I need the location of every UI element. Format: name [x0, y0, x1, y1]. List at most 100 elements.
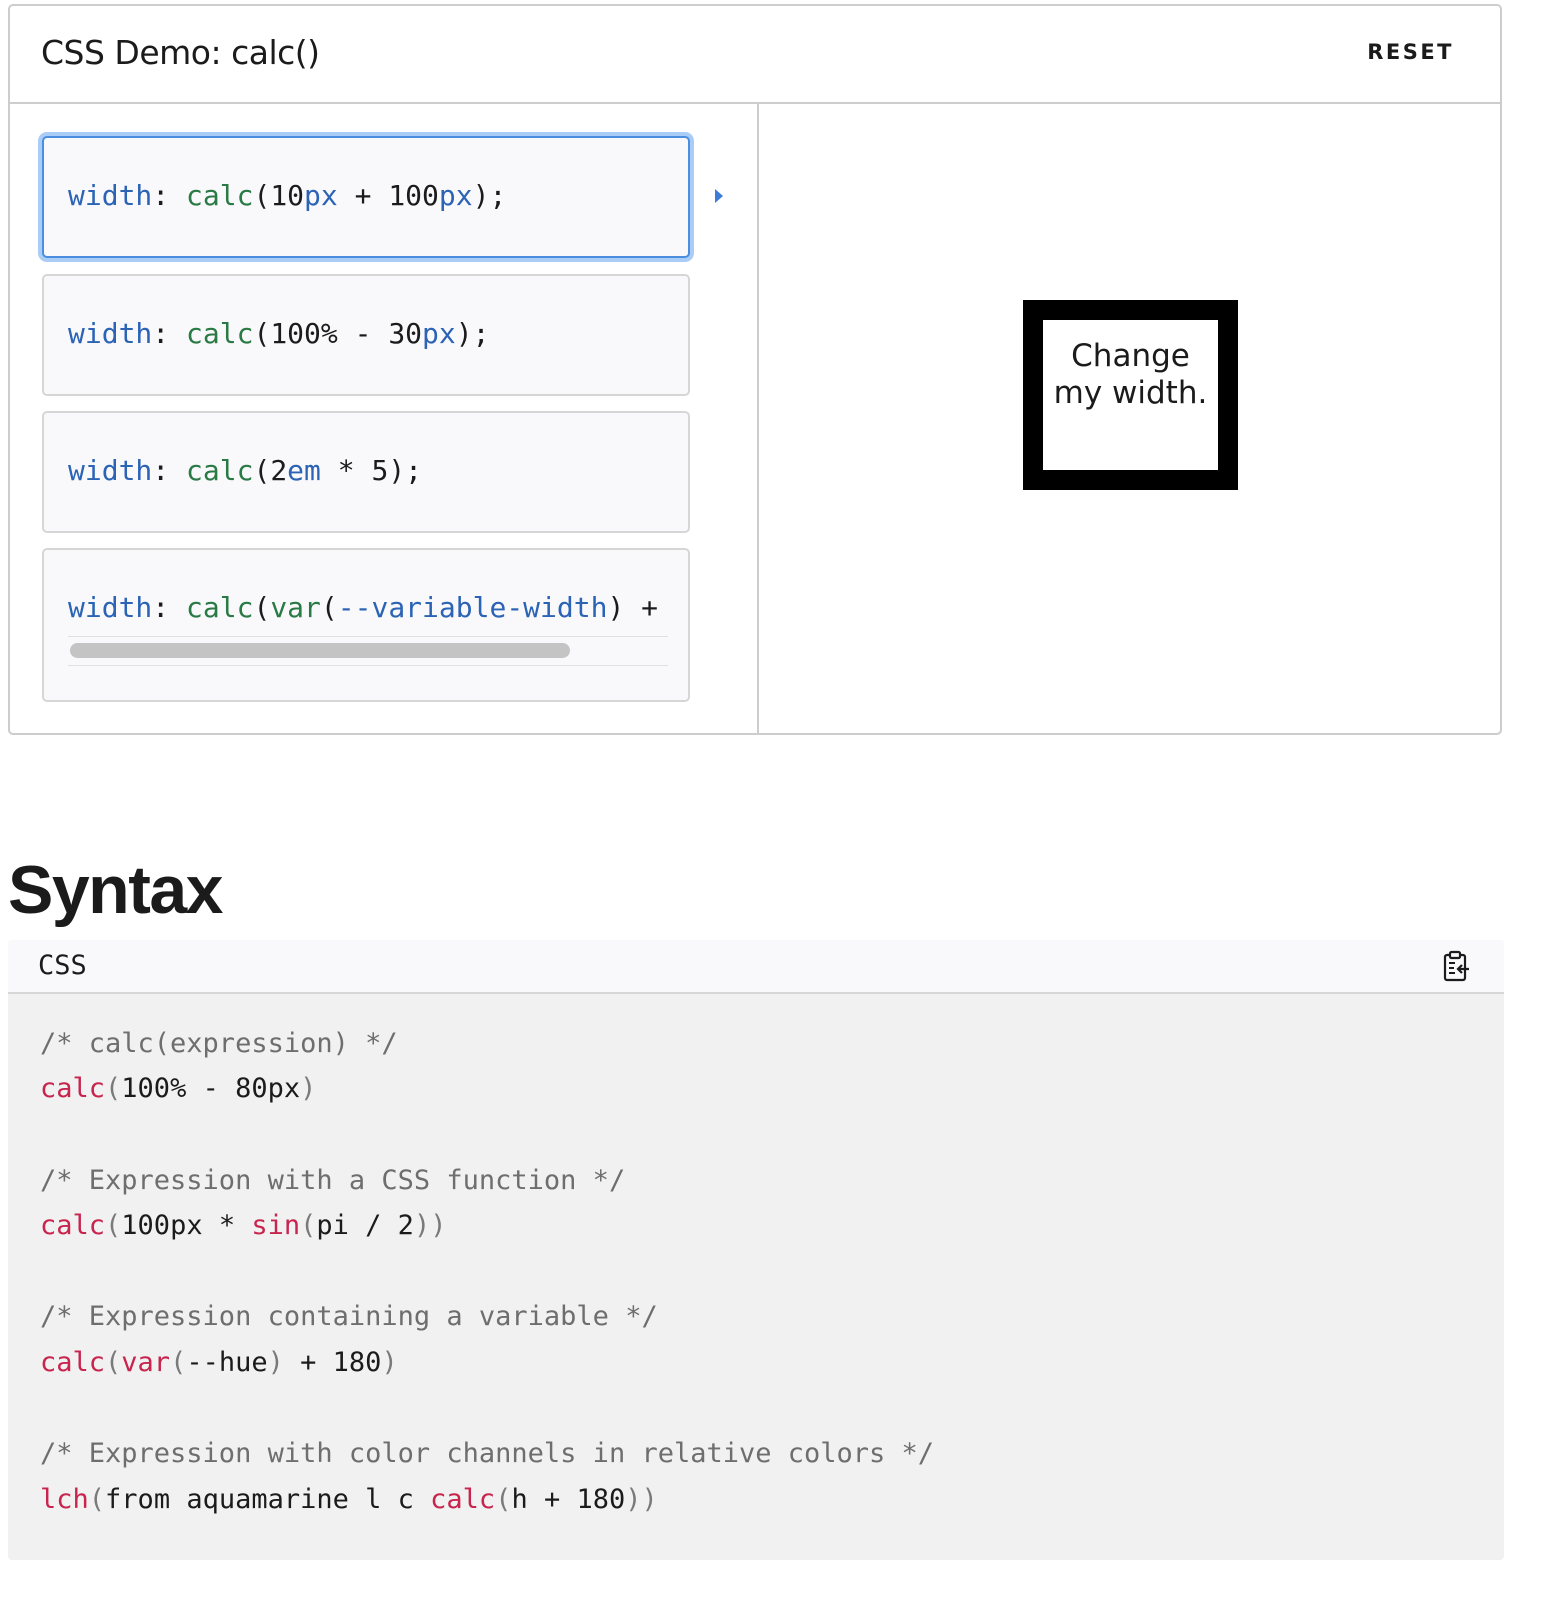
choice-code[interactable]: width: calc(100% - 30px);: [68, 317, 489, 350]
code-token: );: [472, 179, 507, 212]
code-token: :: [152, 317, 187, 350]
output-panel: Change my width.: [759, 102, 1500, 733]
code-line: calc(100px * sin(pi / 2)): [40, 1210, 446, 1242]
code-token: :: [152, 454, 187, 487]
code-token: (: [320, 591, 338, 624]
code-token: h + 180: [511, 1484, 626, 1515]
code-token: (: [105, 1073, 122, 1104]
choice-2[interactable]: width: calc(100% - 30px);: [42, 274, 690, 396]
demo-header: CSS Demo: calc() RESET: [10, 6, 1500, 104]
code-token: ): [381, 1347, 398, 1378]
code-line: calc(var(--hue) + 180): [40, 1347, 398, 1379]
code-token: (: [170, 1347, 187, 1378]
demo-body: width: calc(10px + 100px); width: calc(1…: [10, 102, 1500, 733]
choice-code[interactable]: width: calc(2em * 5);: [68, 454, 422, 487]
code-token: )): [625, 1484, 658, 1515]
code-token: )): [413, 1210, 447, 1241]
code-token: em: [287, 454, 321, 487]
code-token: :: [152, 179, 187, 212]
choice-scroll-area: width: calc(var(--variable-width) + 2: [68, 550, 670, 700]
code-language-label: CSS: [38, 950, 87, 981]
code-token: (: [495, 1484, 512, 1515]
code-token: calc: [40, 1347, 106, 1378]
code-token: calc: [186, 317, 254, 350]
code-token: sin: [251, 1210, 301, 1241]
code-line: /* calc(expression) */: [40, 1028, 398, 1060]
code-token: (: [300, 1210, 317, 1241]
code-token: 5: [371, 454, 389, 487]
reset-button[interactable]: RESET: [1367, 40, 1454, 64]
code-token: var: [121, 1347, 171, 1378]
code-block-header: CSS: [8, 940, 1504, 994]
selected-arrow-icon: [715, 189, 723, 203]
code-line: lch(from aquamarine l c calc(h + 180)): [40, 1484, 658, 1516]
code-line: /* Expression containing a variable */: [40, 1301, 658, 1333]
syntax-heading: Syntax: [8, 852, 224, 928]
syntax-code-block: CSS /* calc(expression) */calc(100% - 80…: [8, 940, 1504, 1560]
choice-code[interactable]: width: calc(10px + 100px);: [68, 179, 506, 212]
code-token: /* calc(expression) */: [40, 1028, 398, 1059]
code-token: (: [253, 454, 271, 487]
code-token: calc: [186, 454, 254, 487]
choice-1[interactable]: width: calc(10px + 100px);: [42, 136, 690, 258]
choice-code[interactable]: width: calc(var(--variable-width) + 2: [68, 591, 670, 624]
clipboard-copy-icon: [1443, 950, 1469, 982]
code-token: 2: [270, 454, 288, 487]
code-token: var: [270, 591, 321, 624]
code-token: 100: [388, 179, 439, 212]
code-token: ): [607, 591, 625, 624]
interactive-example: CSS Demo: calc() RESET width: calc(10px …: [8, 4, 1502, 735]
choice-3[interactable]: width: calc(2em * 5);: [42, 411, 690, 533]
code-token: 100% - 80px: [121, 1073, 301, 1104]
code-token: ): [267, 1347, 284, 1378]
code-token: calc: [40, 1210, 106, 1241]
code-token: --variable-width: [337, 591, 608, 624]
horizontal-scrollbar[interactable]: [68, 636, 668, 666]
scrollbar-thumb[interactable]: [70, 643, 570, 658]
code-token: +: [337, 179, 389, 212]
code-token: 100px *: [121, 1210, 252, 1241]
code-token: from aquamarine l c: [105, 1484, 431, 1515]
code-token: calc: [40, 1073, 106, 1104]
choice-4[interactable]: width: calc(var(--variable-width) + 2: [42, 548, 690, 702]
code-token: );: [388, 454, 423, 487]
code-token: width: [68, 179, 153, 212]
choice-list: width: calc(10px + 100px); width: calc(1…: [10, 102, 759, 733]
code-line: /* Expression with a CSS function */: [40, 1165, 625, 1197]
code-token: px: [304, 179, 338, 212]
code-token: width: [68, 454, 153, 487]
code-token: (: [253, 179, 271, 212]
code-token: width: [68, 591, 153, 624]
code-token: px: [422, 317, 456, 350]
example-element: Change my width.: [1023, 300, 1238, 490]
code-token: -: [337, 317, 389, 350]
code-token: calc: [430, 1484, 496, 1515]
code-token: (: [253, 591, 271, 624]
code-line: calc(100% - 80px): [40, 1073, 316, 1105]
code-token: (: [88, 1484, 106, 1515]
code-token: px: [438, 179, 473, 212]
code-token: (: [105, 1347, 122, 1378]
code-token: --hue: [186, 1347, 268, 1378]
code-line: /* Expression with color channels in rel…: [40, 1438, 934, 1470]
code-token: + 2: [641, 591, 659, 624]
code-token: pi / 2: [316, 1210, 414, 1241]
code-token: ): [300, 1073, 317, 1104]
code-token: /* Expression containing a variable */: [40, 1301, 658, 1332]
code-token: );: [455, 317, 490, 350]
code-token: *: [320, 454, 372, 487]
code-token: 30: [388, 317, 423, 350]
code-token: calc: [186, 591, 254, 624]
code-token: /* Expression with color channels in rel…: [40, 1438, 935, 1469]
code-token: :: [152, 591, 187, 624]
code-token: calc: [186, 179, 254, 212]
code-token: /* Expression with a CSS function */: [40, 1165, 626, 1196]
demo-title: CSS Demo: calc(): [41, 33, 320, 72]
code-token: width: [68, 317, 153, 350]
copy-button[interactable]: [1438, 948, 1474, 984]
code-token: + 180: [283, 1347, 382, 1378]
code-token: 10: [270, 179, 305, 212]
code-token: (: [253, 317, 271, 350]
code-token: 100%: [270, 317, 338, 350]
code-token: lch: [40, 1484, 89, 1515]
